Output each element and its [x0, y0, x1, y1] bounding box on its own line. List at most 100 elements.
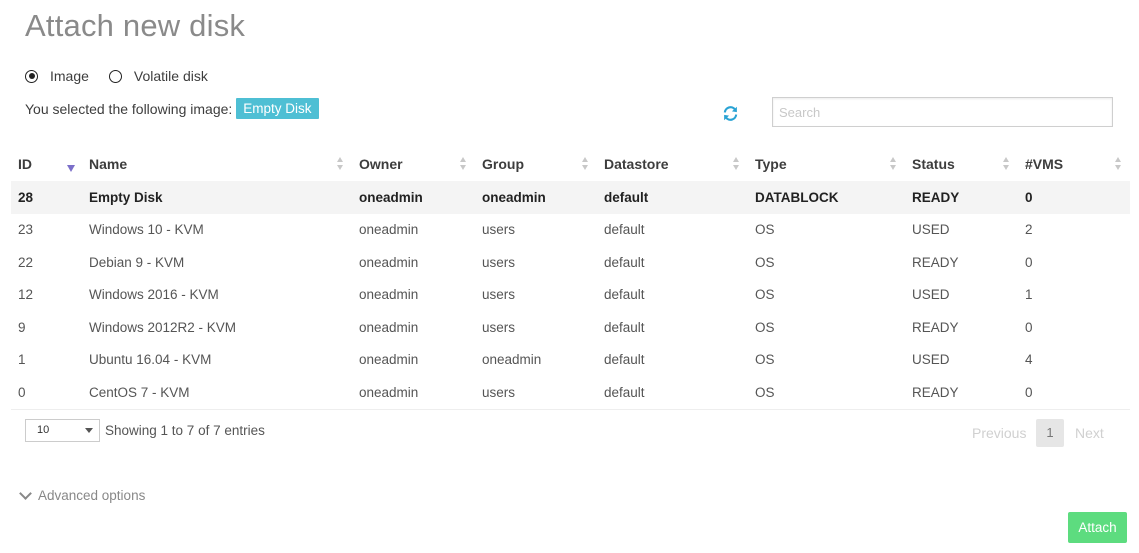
column-header-label: #VMS: [1025, 156, 1064, 172]
disk-type-radio-group: Image Volatile disk: [25, 68, 228, 84]
selected-image-line: You selected the following image: Empty …: [25, 98, 319, 119]
column-header-owner[interactable]: Owner: [352, 147, 475, 181]
cell-status: READY: [905, 181, 1018, 214]
cell-datastore: default: [604, 254, 645, 270]
cell-vms: 1: [1025, 287, 1033, 303]
cell-id: 0: [18, 384, 26, 400]
pagination-page-1[interactable]: 1: [1036, 419, 1064, 447]
cell-datastore: default: [604, 222, 645, 238]
cell-owner: oneadmin: [352, 181, 475, 214]
column-header-group[interactable]: Group: [475, 147, 597, 181]
column-header-id[interactable]: ID: [11, 147, 82, 181]
cell-status: READY: [912, 384, 959, 400]
table-row[interactable]: 22 Debian 9 - KVM oneadmin users default…: [11, 246, 1130, 279]
cell-group: users: [482, 319, 516, 335]
cell-type: OS: [755, 384, 775, 400]
column-header-label: Status: [912, 156, 955, 172]
cell-group: oneadmin: [475, 181, 597, 214]
cell-type: OS: [755, 254, 775, 270]
chevron-down-icon: [85, 428, 93, 433]
sort-descending-icon: [67, 165, 75, 172]
cell-type: OS: [755, 352, 775, 368]
sort-icon: [1003, 157, 1010, 171]
column-header-status[interactable]: Status: [905, 147, 1018, 181]
cell-group: users: [482, 254, 516, 270]
volatile-disk-radio-label: Volatile disk: [133, 68, 208, 84]
cell-type: OS: [755, 222, 775, 238]
cell-owner: oneadmin: [359, 384, 419, 400]
cell-type: OS: [755, 319, 775, 335]
selected-image-text: You selected the following image:: [25, 100, 233, 117]
sort-icon: [890, 157, 897, 171]
cell-status: READY: [912, 319, 959, 335]
cell-name: Windows 2012R2 - KVM: [89, 319, 237, 335]
cell-status: USED: [912, 222, 950, 238]
cell-group: users: [482, 222, 516, 238]
sort-icon: [460, 157, 467, 171]
cell-id: 1: [18, 352, 26, 368]
cell-vms: 0: [1018, 181, 1130, 214]
volatile-disk-radio[interactable]: [108, 69, 122, 83]
cell-datastore: default: [604, 352, 645, 368]
cell-status: READY: [912, 254, 959, 270]
column-header-name[interactable]: Name: [82, 147, 352, 181]
cell-type: DATABLOCK: [748, 181, 905, 214]
cell-name: Windows 10 - KVM: [89, 222, 204, 238]
column-header-vms[interactable]: #VMS: [1018, 147, 1130, 181]
column-header-label: Datastore: [604, 156, 669, 172]
table-info: Showing 1 to 7 of 7 entries: [105, 423, 265, 438]
cell-name: Empty Disk: [82, 181, 352, 214]
image-radio-option[interactable]: Image: [25, 68, 89, 84]
cell-name: Debian 9 - KVM: [89, 254, 185, 270]
table-row[interactable]: 23 Windows 10 - KVM oneadmin users defau…: [11, 214, 1130, 247]
selected-image-badge: Empty Disk: [236, 98, 319, 119]
cell-datastore: default: [604, 384, 645, 400]
cell-group: users: [482, 384, 516, 400]
cell-vms: 0: [1025, 384, 1033, 400]
cell-name: CentOS 7 - KVM: [89, 384, 190, 400]
page-length-select[interactable]: 10: [25, 419, 100, 442]
cell-datastore: default: [597, 181, 748, 214]
cell-datastore: default: [604, 287, 645, 303]
table-row[interactable]: 28 Empty Disk oneadmin oneadmin default …: [11, 181, 1130, 214]
search-input[interactable]: [772, 97, 1113, 127]
chevron-down-icon: [19, 487, 32, 500]
sort-icon: [1115, 157, 1122, 171]
column-header-type[interactable]: Type: [748, 147, 905, 181]
refresh-icon[interactable]: [722, 105, 739, 122]
page-title: Attach new disk: [25, 8, 246, 43]
pagination-next[interactable]: Next: [1075, 425, 1104, 441]
column-header-label: Owner: [359, 156, 403, 172]
cell-id: 12: [18, 287, 34, 303]
image-radio[interactable]: [25, 69, 38, 83]
cell-owner: oneadmin: [359, 222, 419, 238]
cell-status: USED: [912, 352, 950, 368]
cell-datastore: default: [604, 319, 645, 335]
column-header-datastore[interactable]: Datastore: [597, 147, 748, 181]
cell-owner: oneadmin: [359, 254, 419, 270]
cell-id: 22: [18, 254, 34, 270]
table-row[interactable]: 9 Windows 2012R2 - KVM oneadmin users de…: [11, 311, 1130, 344]
table-row[interactable]: 1 Ubuntu 16.04 - KVM oneadmin oneadmin d…: [11, 344, 1130, 377]
column-header-label: Name: [89, 156, 128, 172]
cell-vms: 0: [1025, 254, 1033, 270]
sort-icon: [582, 157, 589, 171]
table-header-row: ID Name Owner Group Datastore Type Statu…: [11, 147, 1130, 181]
cell-owner: oneadmin: [359, 352, 419, 368]
volatile-disk-radio-option[interactable]: Volatile disk: [108, 68, 208, 84]
advanced-options-toggle[interactable]: Advanced options: [19, 487, 145, 503]
cell-type: OS: [755, 287, 775, 303]
pagination-previous[interactable]: Previous: [972, 425, 1026, 441]
table-row[interactable]: 12 Windows 2016 - KVM oneadmin users def…: [11, 279, 1130, 312]
image-radio-label: Image: [50, 68, 89, 84]
images-table: ID Name Owner Group Datastore Type Statu…: [11, 147, 1130, 410]
attach-button[interactable]: Attach: [1068, 512, 1127, 543]
cell-id: 23: [18, 222, 34, 238]
cell-vms: 0: [1025, 319, 1033, 335]
table-row[interactable]: 0 CentOS 7 - KVM oneadmin users default …: [11, 376, 1130, 409]
cell-group: oneadmin: [482, 352, 542, 368]
column-header-label: Group: [482, 156, 524, 172]
cell-vms: 2: [1025, 222, 1033, 238]
page-length-value: 10: [37, 424, 50, 436]
cell-name: Ubuntu 16.04 - KVM: [89, 352, 212, 368]
